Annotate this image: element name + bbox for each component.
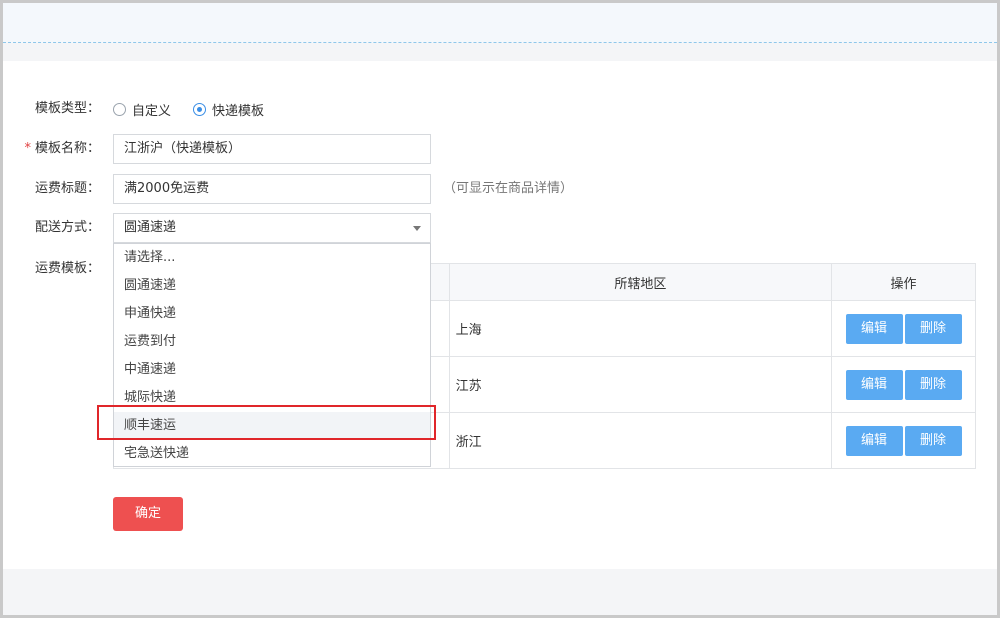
edit-button[interactable]: 编辑 <box>845 369 903 400</box>
table-header-actions: 操作 <box>831 263 976 301</box>
table-cell-actions: 编辑 删除 <box>831 300 976 357</box>
template-name-input[interactable]: 江浙沪（快递模板） <box>113 134 431 164</box>
caret-down-icon <box>413 226 421 231</box>
template-name-label: * 模板名称： <box>10 139 100 159</box>
delivery-method-label: 配送方式： <box>34 220 100 235</box>
window-frame: 模板类型： 自定义 快递模板 * 模板名称： 江浙沪（快递模板） 运费标题： 满2… <box>3 3 997 615</box>
delivery-method-select[interactable]: 圆通速递 <box>113 213 431 243</box>
dropdown-option[interactable]: 申通快递 <box>114 300 430 328</box>
freight-title-hint: （可显示在商品详情） <box>443 181 574 196</box>
radio-express-template[interactable]: 快递模板 <box>193 100 264 119</box>
edit-button[interactable]: 编辑 <box>845 313 903 344</box>
dropdown-option[interactable]: 宅急送快递 <box>114 440 430 468</box>
delivery-method-value: 圆通速递 <box>124 220 177 235</box>
dropdown-option[interactable]: 圆通速递 <box>114 272 430 300</box>
table-cell-region: 上海 <box>448 300 833 357</box>
table-cell-region: 浙江 <box>448 412 833 469</box>
dropdown-option-highlighted[interactable]: 顺丰速运 <box>114 412 430 440</box>
template-type-radio-group: 自定义 快递模板 <box>113 99 286 119</box>
dropdown-option[interactable]: 中通速递 <box>114 356 430 384</box>
table-cell-region: 江苏 <box>448 356 833 413</box>
radio-express-template-label: 快递模板 <box>212 103 265 119</box>
top-bar <box>3 3 997 43</box>
freight-title-input[interactable]: 满2000免运费 <box>113 174 431 204</box>
freight-template-label: 运费模板： <box>34 261 100 276</box>
dropdown-option[interactable]: 城际快递 <box>114 384 430 412</box>
radio-custom[interactable]: 自定义 <box>113 100 171 119</box>
delete-button[interactable]: 删除 <box>904 425 962 456</box>
delete-button[interactable]: 删除 <box>904 369 962 400</box>
edit-button[interactable]: 编辑 <box>845 425 903 456</box>
table-cell-actions: 编辑 删除 <box>831 356 976 413</box>
delivery-method-dropdown: 请选择... 圆通速递 申通快递 运费到付 中通速递 城际快递 顺丰速运 宅急送… <box>113 243 431 467</box>
dropdown-option[interactable]: 运费到付 <box>114 328 430 356</box>
confirm-button[interactable]: 确定 <box>113 497 183 531</box>
radio-circle-checked-icon <box>193 102 207 116</box>
radio-circle-icon <box>113 102 126 116</box>
template-type-label: 模板类型： <box>34 101 100 116</box>
radio-custom-label: 自定义 <box>132 103 172 119</box>
template-name-label-text: 模板名称： <box>34 141 100 156</box>
table-header-region: 所辖地区 <box>448 263 833 301</box>
delete-button[interactable]: 删除 <box>904 313 962 344</box>
dropdown-option[interactable]: 请选择... <box>114 244 430 272</box>
freight-title-label: 运费标题： <box>34 181 100 196</box>
table-cell-actions: 编辑 删除 <box>831 412 976 469</box>
required-mark: * <box>24 141 31 156</box>
